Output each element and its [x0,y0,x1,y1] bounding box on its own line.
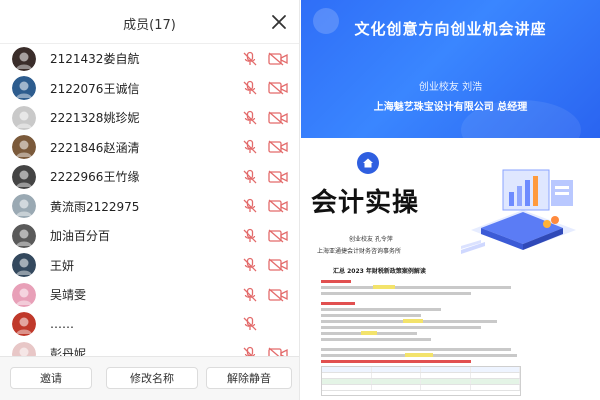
member-name: 王妍 [50,258,75,273]
slide-heading: 会计实操 [311,188,420,218]
rename-button[interactable]: 修改名称 [106,367,198,389]
slide-presenter: 创业校友 孔令萍 [349,236,393,243]
isometric-chart-illustration [451,150,596,260]
mic-muted-icon[interactable] [242,228,258,244]
camera-off-icon[interactable] [268,52,288,66]
member-row[interactable]: 2222966王竹缘 [0,162,299,192]
doc-text-line [321,292,471,295]
doc-highlight [405,353,433,357]
member-avatar [12,76,36,101]
slide-organization: 上海亚通捷会计财务咨询事务所 [317,248,402,255]
camera-off-icon[interactable] [268,111,288,125]
member-name: 2121432娄自航 [50,52,140,67]
member-row[interactable]: 2221328姚珍妮 [0,103,299,133]
doc-highlight [361,331,377,335]
member-avatar [12,253,36,278]
camera-off-icon[interactable] [268,140,288,154]
member-name: 2222966王竹缘 [50,170,140,185]
mic-muted-icon[interactable] [242,110,258,126]
member-avatar [12,312,36,337]
member-name: 2221328姚珍妮 [50,111,140,126]
member-row[interactable]: 2221846赵涵清 [0,133,299,163]
mic-muted-icon[interactable] [242,316,258,332]
member-avatar [12,135,36,160]
panel-header: 成员(17) [0,0,299,44]
accounting-slide: 会计实操 创业校友 孔令萍 上海亚通捷会计财务咨询事务所 汇总 2023 年财税… [301,138,600,400]
doc-text-line [321,280,351,283]
close-icon[interactable] [269,12,289,32]
member-avatar [12,341,36,356]
camera-off-icon[interactable] [268,258,288,272]
member-panel: 成员(17) 2121432娄自航 2122076王诚信 2221328姚珍妮 222… [0,0,300,400]
camera-off-icon[interactable] [268,81,288,95]
member-avatar [12,194,36,219]
mic-muted-icon[interactable] [242,346,258,356]
mic-muted-icon[interactable] [242,198,258,214]
member-row[interactable]: 黄流雨2122975 [0,192,299,222]
member-row[interactable]: 2122076王诚信 [0,74,299,104]
member-name: 2221846赵涵清 [50,140,140,155]
camera-off-icon[interactable] [268,288,288,302]
camera-off-icon[interactable] [268,199,288,213]
doc-text-line [321,314,421,317]
member-row[interactable]: …… [0,310,299,340]
mic-muted-icon[interactable] [242,257,258,273]
panel-footer: 邀请 修改名称 解除静音 [0,356,299,400]
member-name: 黄流雨2122975 [50,199,140,214]
doc-text-line [321,338,431,341]
member-name: 吴靖雯 [50,288,87,303]
doc-text-line [321,302,355,305]
doc-highlight [373,285,395,289]
unmute-all-button[interactable]: 解除静音 [206,367,292,389]
member-avatar [12,105,36,130]
document-table [321,366,521,396]
slide-title: 文化创意方向创业机会讲座 [354,20,547,38]
mic-muted-icon[interactable] [242,169,258,185]
member-name: …… [50,317,74,332]
document-preview: 汇总 2023 年财税新政策案例解读 [313,258,599,400]
mic-muted-icon[interactable] [242,51,258,67]
member-list: 2121432娄自航 2122076王诚信 2221328姚珍妮 2221846赵涵清… [0,44,299,356]
member-row[interactable]: 2121432娄自航 [0,44,299,74]
home-icon [357,152,379,174]
panel-title: 成员(17) [123,18,176,33]
doc-text-line [321,308,441,311]
doc-text-line [321,360,471,363]
member-row[interactable]: 加油百分百 [0,221,299,251]
camera-off-icon[interactable] [268,229,288,243]
member-avatar [12,164,36,189]
member-name: 2122076王诚信 [50,81,140,96]
member-name: 彭丹妮 [50,347,87,356]
member-avatar [12,282,36,307]
member-avatar [12,223,36,248]
camera-off-icon[interactable] [268,347,288,356]
doc-text-line [321,286,511,289]
doc-highlight [403,319,423,323]
doc-text-line [321,348,511,351]
mic-muted-icon[interactable] [242,287,258,303]
mic-muted-icon[interactable] [242,139,258,155]
member-row[interactable]: 吴靖雯 [0,280,299,310]
slide-speaker: 创业校友 刘浩 [418,82,483,93]
slide-company: 上海魅艺珠宝设计有限公司 总经理 [373,102,528,113]
document-title: 汇总 2023 年财税新政策案例解读 [333,268,426,275]
invite-button[interactable]: 邀请 [10,367,92,389]
member-row[interactable]: 王妍 [0,251,299,281]
lecture-slide: 文化创意方向创业机会讲座 创业校友 刘浩 上海魅艺珠宝设计有限公司 总经理 [301,0,600,138]
member-avatar [12,46,36,71]
doc-text-line [321,326,481,329]
mic-muted-icon[interactable] [242,80,258,96]
member-name: 加油百分百 [50,229,111,244]
member-row[interactable]: 彭丹妮 [0,339,299,356]
camera-off-icon[interactable] [268,170,288,184]
